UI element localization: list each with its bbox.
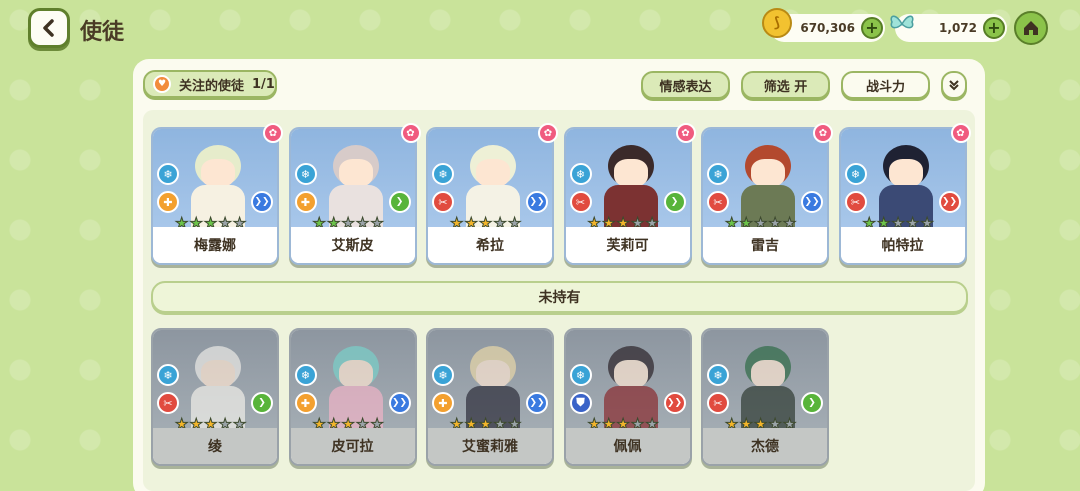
character-name: 杰德: [703, 428, 827, 464]
role-icon: ✚: [294, 392, 317, 414]
flower-icon: ✿: [538, 123, 558, 143]
character-card[interactable]: ❄ ✚ ❯❯ ★ ★ ★ ★ ★ 艾蜜莉雅: [426, 328, 554, 466]
sort-button[interactable]: 战斗力: [841, 71, 930, 99]
role-icon: ✂: [432, 191, 454, 213]
character-card[interactable]: ❄ ✂ ❯❯ ★ ★ ★ ★ ★ 雷吉 ✿: [701, 123, 833, 265]
filter-button[interactable]: 筛选 开: [741, 71, 830, 99]
character-card[interactable]: ❄ ✚ ❯❯ ★ ★ ★ ★ ★ 皮可拉: [288, 328, 417, 466]
character-name: 帕特拉: [840, 227, 965, 263]
position-arrow-icon: ❯: [663, 191, 686, 213]
gold-currency: ⟆ 670,306 +: [762, 8, 885, 42]
snowflake-element-icon: ❄: [432, 163, 454, 185]
flower-icon: ✿: [400, 123, 421, 143]
back-button[interactable]: [28, 8, 70, 48]
role-icon: ✚: [432, 392, 454, 414]
position-arrow-icon: ❯❯: [801, 191, 823, 213]
position-arrow-icon: ❯: [251, 392, 273, 414]
snowflake-element-icon: ❄: [432, 364, 454, 386]
character-name: 梅露娜: [153, 227, 277, 263]
snowflake-element-icon: ❄: [844, 163, 867, 185]
role-icon: ✚: [294, 191, 317, 213]
snowflake-element-icon: ❄: [569, 364, 592, 386]
character-card[interactable]: ❄ ✂ ❯❯ ★ ★ ★ ★ ★ 帕特拉 ✿: [838, 123, 971, 265]
character-name: 芙莉可: [565, 227, 690, 263]
role-icon: ⛊: [569, 392, 592, 414]
snowflake-element-icon: ❄: [294, 364, 317, 386]
character-card[interactable]: ❄ ✂ ❯❯ ★ ★ ★ ★ ★ 希拉 ✿: [426, 123, 558, 265]
role-icon: ✂: [569, 191, 592, 213]
page-title: 使徒: [80, 20, 125, 45]
snowflake-element-icon: ❄: [294, 163, 317, 185]
emote-button[interactable]: 情感表达: [641, 71, 730, 99]
role-icon: ✂: [157, 392, 179, 414]
character-name: 绫: [153, 428, 277, 464]
expand-button[interactable]: [941, 71, 967, 99]
chevron-left-icon: [43, 19, 54, 37]
gem-currency: 1,072 +: [890, 14, 1007, 42]
snowflake-element-icon: ❄: [157, 163, 179, 185]
character-name: 艾斯皮: [290, 227, 415, 263]
character-card[interactable]: ❄ ✚ ❯ ★ ★ ★ ★ ★ 艾斯皮 ✿: [288, 123, 421, 265]
gold-coin-icon: ⟆: [762, 8, 792, 38]
gold-amount: 670,306: [800, 21, 855, 35]
position-arrow-icon: ❯❯: [251, 191, 273, 213]
role-icon: ✚: [157, 191, 179, 213]
snowflake-element-icon: ❄: [157, 364, 179, 386]
unowned-section-header: 未持有: [151, 281, 968, 313]
flower-icon: ✿: [675, 123, 696, 143]
snowflake-element-icon: ❄: [707, 163, 729, 185]
role-icon: ✂: [707, 392, 729, 414]
favorites-button[interactable]: ♥ 关注的使徒 1/1: [143, 70, 277, 98]
character-card[interactable]: ❄ ✂ ❯ ★ ★ ★ ★ ★ 绫: [151, 328, 279, 466]
add-gold-button[interactable]: +: [861, 17, 883, 39]
character-name: 雷吉: [703, 227, 827, 263]
flower-icon: ✿: [813, 123, 833, 143]
position-arrow-icon: ❯❯: [938, 191, 961, 213]
double-chevron-down-icon: [949, 80, 959, 91]
character-card[interactable]: ❄ ⛊ ❯❯ ★ ★ ★ ★ ★ 佩佩: [563, 328, 692, 466]
position-arrow-icon: ❯: [801, 392, 823, 414]
flower-icon: ✿: [950, 123, 971, 143]
heart-icon: ♥: [153, 75, 171, 93]
snowflake-element-icon: ❄: [569, 163, 592, 185]
snowflake-element-icon: ❄: [707, 364, 729, 386]
character-card[interactable]: ❄ ✂ ❯ ★ ★ ★ ★ ★ 杰德: [701, 328, 829, 466]
home-button[interactable]: [1014, 11, 1048, 45]
role-icon: ✂: [707, 191, 729, 213]
character-name: 希拉: [428, 227, 552, 263]
role-icon: ✂: [844, 191, 867, 213]
position-arrow-icon: ❯❯: [526, 191, 548, 213]
position-arrow-icon: ❯❯: [663, 392, 686, 414]
character-name: 皮可拉: [290, 428, 415, 464]
add-gem-button[interactable]: +: [983, 17, 1005, 39]
butterfly-gem-icon: [887, 8, 917, 38]
position-arrow-icon: ❯❯: [388, 392, 411, 414]
character-name: 佩佩: [565, 428, 690, 464]
home-icon: [1024, 21, 1038, 35]
character-card[interactable]: ❄ ✂ ❯ ★ ★ ★ ★ ★ 芙莉可 ✿: [563, 123, 696, 265]
position-arrow-icon: ❯❯: [526, 392, 548, 414]
favorites-count: 1/1: [252, 76, 275, 92]
position-arrow-icon: ❯: [388, 191, 411, 213]
gem-amount: 1,072: [939, 21, 977, 35]
character-card[interactable]: ❄ ✚ ❯❯ ★ ★ ★ ★ ★ 梅露娜 ✿: [151, 123, 283, 265]
flower-icon: ✿: [263, 123, 283, 143]
favorites-label: 关注的使徒: [179, 78, 245, 94]
character-name: 艾蜜莉雅: [428, 428, 552, 464]
